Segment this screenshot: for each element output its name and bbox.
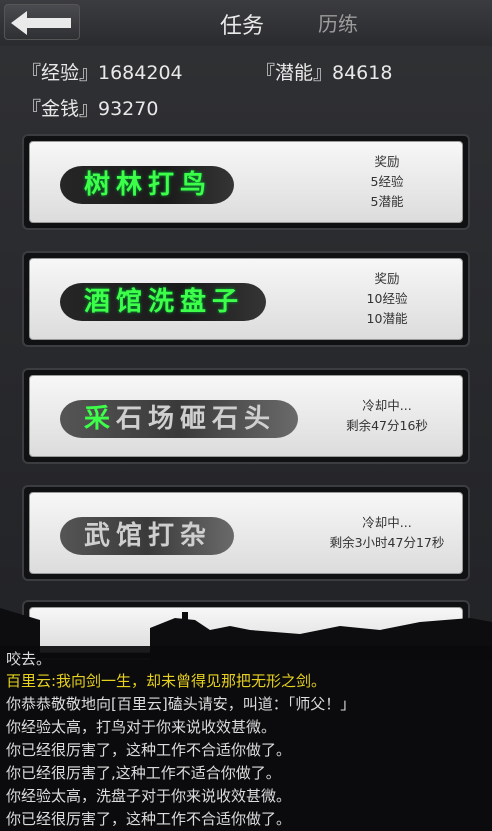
task-reward: 奖励 10经验 10潜能 bbox=[312, 259, 462, 339]
log-line: 你已经很厉害了，这种工作不合适你做了。 bbox=[6, 810, 292, 828]
task-reward: 奖励 5经验 5潜能 bbox=[312, 142, 462, 222]
back-button[interactable] bbox=[4, 4, 80, 40]
reward-title: 奖励 bbox=[374, 154, 400, 169]
task-name-progress: 采 bbox=[84, 404, 117, 434]
money-stat: 『金钱』93270 bbox=[22, 98, 159, 120]
cooldown-title: 冷却中... bbox=[362, 515, 412, 530]
task-name: 武馆打杂 bbox=[60, 517, 235, 555]
task-cooldown: 冷却中... 剩余3小时47分17秒 bbox=[312, 493, 462, 573]
log-line: 你恭恭敬敬地向[百里云]磕头请安，叫道：「师父！」 bbox=[6, 695, 356, 713]
task-card-quarry[interactable]: 采石场砸石头 冷却中... 剩余47分16秒 bbox=[22, 368, 470, 464]
back-arrow-icon bbox=[11, 11, 71, 35]
reward-potential: 5潜能 bbox=[370, 194, 404, 209]
task-card-dishes[interactable]: 酒馆洗盘子 奖励 10经验 10潜能 bbox=[22, 251, 470, 347]
task-name: 采石场砸石头 bbox=[60, 400, 299, 438]
message-log: 咬去。 百里云:我向剑一生，却未曾得见那把无形之剑。 你恭恭敬敬地向[百里云]磕… bbox=[0, 646, 492, 831]
log-line: 咬去。 bbox=[6, 650, 52, 668]
task-cooldown: 冷却中... 剩余47分16秒 bbox=[312, 376, 462, 456]
tab-train[interactable]: 历练 bbox=[318, 8, 358, 37]
potential-stat: 『潜能』84618 bbox=[256, 62, 393, 84]
log-line: 你经验太高，洗盘子对于你来说收效甚微。 bbox=[6, 787, 292, 805]
reward-title: 奖励 bbox=[374, 271, 400, 286]
cooldown-remaining: 剩余47分16秒 bbox=[346, 418, 428, 433]
top-bar: 任务 历练 bbox=[0, 0, 492, 47]
task-name: 树林打鸟 bbox=[60, 166, 235, 204]
log-line: 百里云:我向剑一生，却未曾得见那把无形之剑。 bbox=[6, 672, 327, 690]
task-card-face: 酒馆洗盘子 奖励 10经验 10潜能 bbox=[29, 258, 463, 340]
task-card-face: 树林打鸟 奖励 5经验 5潜能 bbox=[29, 141, 463, 223]
log-line: 你已经很厉害了,这种工作不适合你做了。 bbox=[6, 764, 281, 782]
log-line: 你已经很厉害了，这种工作不合适你做了。 bbox=[6, 741, 292, 759]
log-line: 你经验太高，打鸟对于你来说收效甚微。 bbox=[6, 718, 277, 736]
cooldown-remaining: 剩余3小时47分17秒 bbox=[329, 535, 445, 550]
task-card-face: 武馆打杂 冷却中... 剩余3小时47分17秒 bbox=[29, 492, 463, 574]
task-card-face: 采石场砸石头 冷却中... 剩余47分16秒 bbox=[29, 375, 463, 457]
task-card-bird[interactable]: 树林打鸟 奖励 5经验 5潜能 bbox=[22, 134, 470, 230]
reward-exp: 10经验 bbox=[366, 291, 408, 306]
reward-potential: 10潜能 bbox=[366, 311, 408, 326]
task-name: 酒馆洗盘子 bbox=[60, 283, 267, 321]
exp-stat: 『经验』1684204 bbox=[22, 62, 183, 84]
cooldown-title: 冷却中... bbox=[362, 398, 412, 413]
reward-exp: 5经验 bbox=[370, 174, 404, 189]
task-card-dojo[interactable]: 武馆打杂 冷却中... 剩余3小时47分17秒 bbox=[22, 485, 470, 581]
tab-task[interactable]: 任务 bbox=[220, 8, 264, 40]
task-name-rest: 石场砸石头 bbox=[116, 404, 277, 434]
